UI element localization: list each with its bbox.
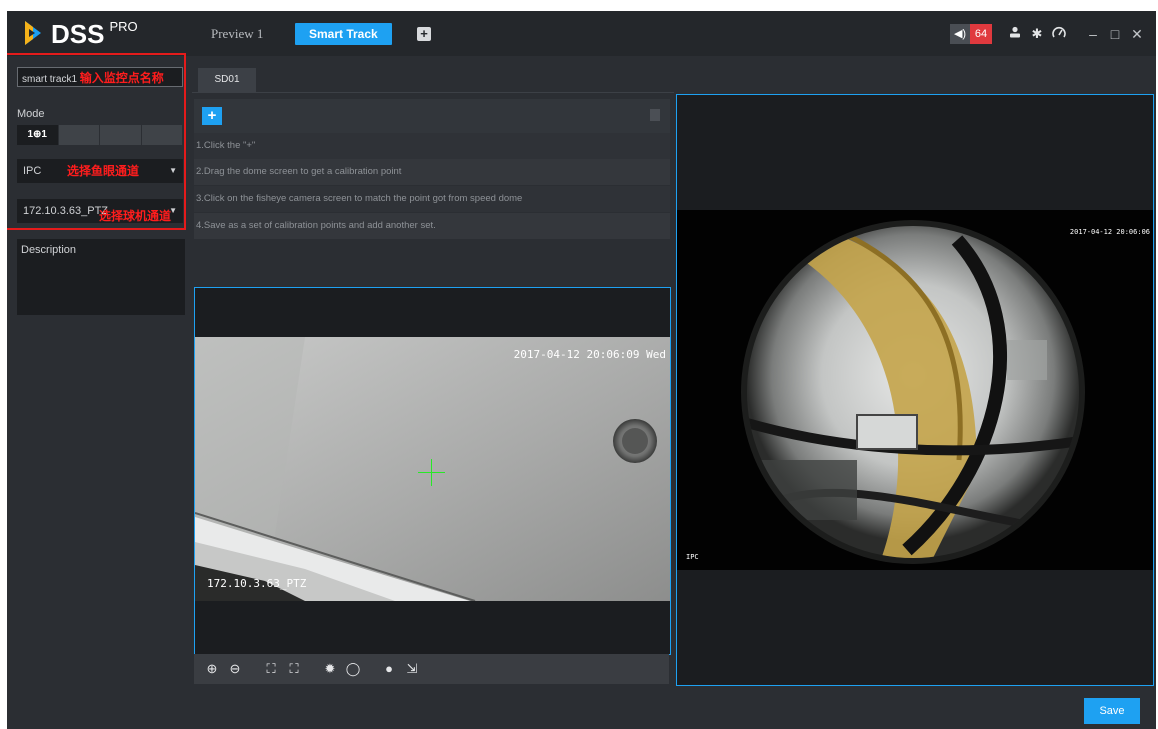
dome-video-window[interactable]: 2017-04-12 20:06:09 Wed 172.10.3.63_PTZ [194,287,671,655]
tab-sd01[interactable]: SD01 [198,68,256,92]
app-logo: DSS PRO [23,20,138,48]
crosshair-icon [431,459,432,486]
close-icon[interactable]: ✕ [1126,24,1148,44]
mode-selector: 1⊕1 [17,125,183,145]
instruction-step: 1.Click the "+" [194,133,670,159]
mode-option-1-1[interactable]: 1⊕1 [17,125,59,145]
fisheye-channel-select[interactable]: IPC 选择鱼眼通道 ▼ [17,159,183,183]
dome-camera-image[interactable]: 2017-04-12 20:06:09 Wed 172.10.3.63_PTZ [195,337,670,601]
add-calibration-button[interactable]: + [202,107,222,125]
fisheye-channel-value: IPC [23,165,42,177]
mode-label: Mode [17,108,45,120]
dropdown-arrow-icon: ▼ [169,206,177,215]
tab-preview-1[interactable]: Preview 1 [197,23,277,45]
fisheye-annotation: 选择鱼眼通道 [67,164,140,178]
calibration-toolbar: + [194,99,670,133]
instruction-step: 2.Drag the dome screen to get a calibrat… [194,159,670,185]
maximize-icon[interactable]: □ [1104,24,1126,44]
mode-option-2[interactable] [59,125,100,145]
user-icon[interactable] [1004,24,1026,44]
ptz-channel-select[interactable]: 172.10.3.63_PTZ 选择球机通道 ▼ [17,199,183,223]
description-field[interactable]: Description [17,239,185,315]
speaker-icon[interactable]: ◀) [950,24,970,44]
iris-open-icon[interactable]: ✹ [320,659,340,679]
mode-option-3[interactable] [100,125,142,145]
monitor-point-name-input[interactable]: smart track1 输入监控点名称 [17,67,183,87]
zoom-in-icon[interactable]: ⊕ [202,659,222,679]
zoom-out-icon[interactable]: ⊖ [225,659,245,679]
trash-icon[interactable] [650,109,660,121]
mouse-control-icon[interactable]: ● [379,659,399,679]
ptz-control-bar: ⊕ ⊖ ⛶ ⛶ ✹ ◯ ● ⇲ [194,654,669,684]
ptz-channel-value: 172.10.3.63_PTZ [23,205,109,217]
fisheye-channel-name: IPC [686,553,699,561]
title-bar: DSS PRO Preview 1 Smart Track + ◀) 64 ✱ … [7,11,1156,56]
mode-option-4[interactable] [142,125,183,145]
focus-far-icon[interactable]: ⛶ [284,659,304,679]
logo-text: DSS [51,19,105,49]
minimize-icon[interactable]: – [1082,24,1104,44]
left-panel: smart track1 输入监控点名称 Mode 1⊕1 IPC 选择鱼眼通道… [7,53,186,686]
iris-close-icon[interactable]: ◯ [343,659,363,679]
performance-gauge-icon[interactable] [1048,24,1070,44]
instruction-step: 4.Save as a set of calibration points an… [194,213,670,239]
footer-bar: Save [7,686,1156,729]
divider [192,92,674,93]
name-annotation: 输入监控点名称 [79,71,164,85]
dropdown-arrow-icon: ▼ [169,166,177,175]
description-label: Description [21,244,77,256]
logo-superscript: PRO [109,19,138,34]
ptz-annotation: 选择球机通道 [99,209,172,223]
app-window: DSS PRO Preview 1 Smart Track + ◀) 64 ✱ … [7,11,1156,729]
area-zoom-icon[interactable]: ⇲ [402,659,422,679]
monitor-point-name-value: smart track1 [22,74,78,85]
gear-icon[interactable]: ✱ [1026,24,1048,44]
fisheye-camera-image[interactable]: 2017-04-12 20:06:06 IPC [677,210,1153,570]
focus-near-icon[interactable]: ⛶ [261,659,281,679]
top-right-toolbar: ◀) 64 ✱ – □ ✕ [950,23,1148,45]
fisheye-timestamp: 2017-04-12 20:06:06 [1069,228,1150,236]
alarm-count-badge[interactable]: 64 [970,24,992,44]
dome-channel-name: 172.10.3.63_PTZ [207,577,307,590]
add-tab-icon[interactable]: + [417,27,431,41]
tab-smart-track[interactable]: Smart Track [295,23,392,45]
fisheye-video-window[interactable]: 2017-04-12 20:06:06 IPC [676,94,1154,686]
save-button[interactable]: Save [1084,698,1140,724]
dome-timestamp: 2017-04-12 20:06:09 Wed [513,348,666,361]
instruction-step: 3.Click on the fisheye camera screen to … [194,186,670,212]
logo-mark-icon [25,21,41,45]
